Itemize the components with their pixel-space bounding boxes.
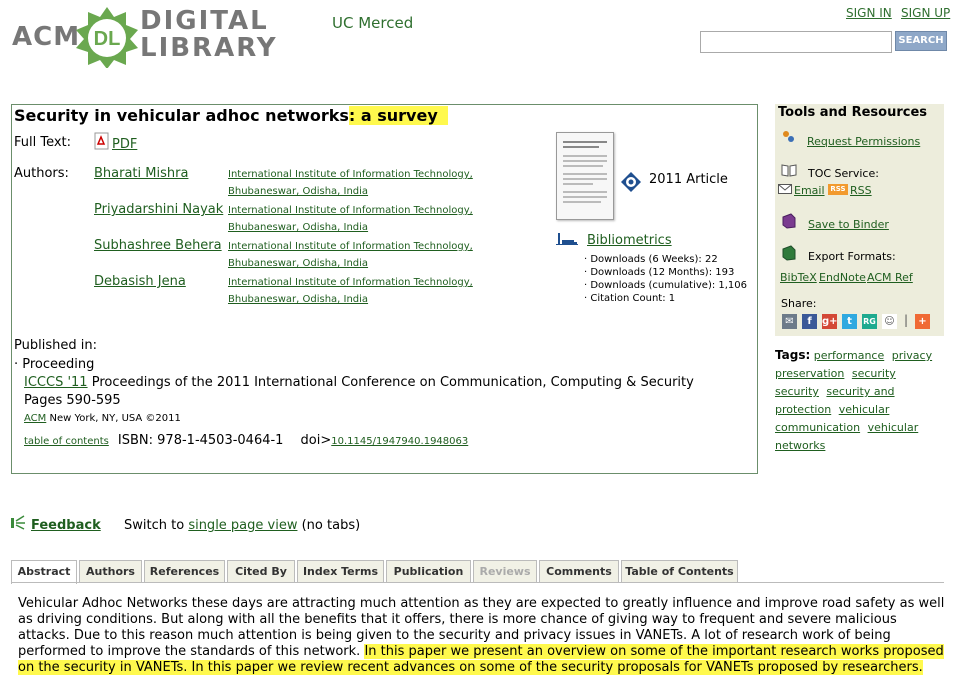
conference-long-title: Proceedings of the 2011 International Co… <box>91 375 694 390</box>
proceeding-label: · Proceeding <box>14 357 95 372</box>
author-affiliation[interactable]: International Institute of Information T… <box>228 202 473 219</box>
share-email-icon[interactable]: ✉ <box>782 314 797 329</box>
isbn-doi-line: table of contents ISBN: 978-1-4503-0464-… <box>24 429 468 448</box>
tools-heading: Tools and Resources <box>778 105 928 120</box>
doi-label: doi> <box>300 433 332 448</box>
export-endnote-link[interactable]: EndNote <box>819 271 866 284</box>
published-in-label: Published in: <box>14 338 97 353</box>
author-affiliation[interactable]: International Institute of Information T… <box>228 238 473 255</box>
tab-abstract[interactable]: Abstract <box>11 560 77 584</box>
title-highlight: : a survey <box>348 106 448 125</box>
book-icon <box>781 164 797 177</box>
toc-rss-link[interactable]: RSS <box>850 184 872 197</box>
share-label: Share: <box>781 297 817 310</box>
author-link[interactable]: Priyadarshini Nayak <box>94 202 223 217</box>
tab-table-of-contents[interactable]: Table of Contents <box>621 560 738 583</box>
toc-email-link[interactable]: Email <box>794 184 825 197</box>
stat-downloads-cumulative: · Downloads (cumulative): 1,106 <box>584 280 748 291</box>
permissions-icon <box>783 131 794 142</box>
search-button[interactable]: SEARCH <box>895 31 947 51</box>
bibliometrics-chart-icon <box>556 233 578 245</box>
share-reddit-icon[interactable]: ☺ <box>882 314 897 329</box>
share-researchgate-icon[interactable]: RG <box>862 314 877 329</box>
feedback-icon <box>11 515 25 530</box>
acm-dl-logo[interactable]: ACM DL DIGITAL LIBRARY <box>12 6 282 68</box>
pages: Pages 590-595 <box>24 393 121 408</box>
article-thumbnail[interactable] <box>556 132 614 220</box>
tab-publication[interactable]: Publication <box>386 560 471 583</box>
full-text-label: Full Text: <box>14 135 72 150</box>
doi-link[interactable]: 10.1145/1947940.1948063 <box>331 436 468 447</box>
export-acm-ref-link[interactable]: ACM Ref <box>867 271 913 284</box>
export-bibtex-link[interactable]: BibTeX <box>780 271 817 284</box>
author-affiliation[interactable]: Bhubaneswar, Odisha, India <box>228 255 368 272</box>
author-affiliation[interactable]: Bhubaneswar, Odisha, India <box>228 291 368 308</box>
publisher-line: ACM New York, NY, USA ©2011 <box>24 413 181 424</box>
tab-divider <box>11 582 944 583</box>
isbn: ISBN: 978-1-4503-0464-1 <box>117 433 284 448</box>
logo-acm-text: ACM <box>12 22 81 52</box>
switch-view-line: Switch to single page view (no tabs) <box>124 518 361 533</box>
tab-authors[interactable]: Authors <box>79 560 142 583</box>
toc-service-label: TOC Service: <box>808 167 879 180</box>
export-icon <box>782 245 796 261</box>
search-input[interactable] <box>700 31 892 53</box>
share-twitter-icon[interactable]: t <box>842 314 857 329</box>
author-affiliation[interactable]: Bhubaneswar, Odisha, India <box>228 219 368 236</box>
share-googleplus-icon[interactable]: g+ <box>822 314 838 329</box>
pdf-icon <box>94 132 109 150</box>
tab-reviews[interactable]: Reviews <box>473 560 537 583</box>
conference-line: ICCCS '11 Proceedings of the 2011 Intern… <box>24 375 694 390</box>
save-to-binder-link[interactable]: Save to Binder <box>808 218 889 231</box>
table-of-contents-link[interactable]: table of contents <box>24 436 109 447</box>
share-divider: | <box>904 313 909 327</box>
author-link[interactable]: Subhashree Behera <box>94 238 222 253</box>
authors-label: Authors: <box>14 166 69 181</box>
dl-star-logo-icon: DL <box>76 7 138 68</box>
author-affiliation[interactable]: International Institute of Information T… <box>228 274 473 291</box>
tab-references[interactable]: References <box>144 560 225 583</box>
share-more-icon[interactable]: + <box>915 314 930 329</box>
pdf-link[interactable]: PDF <box>112 137 137 152</box>
binder-icon <box>782 213 796 229</box>
tag-link[interactable]: security <box>775 385 819 398</box>
stat-citation-count: · Citation Count: 1 <box>584 293 676 304</box>
svg-text:DL: DL <box>94 28 121 50</box>
conference-short-link[interactable]: ICCCS '11 <box>24 375 88 390</box>
feedback-link[interactable]: Feedback <box>31 518 101 533</box>
author-affiliation[interactable]: International Institute of Information T… <box>228 166 473 183</box>
stat-downloads-6w: · Downloads (6 Weeks): 22 <box>584 254 718 265</box>
abstract-text: Vehicular Adhoc Networks these days are … <box>18 596 945 675</box>
publisher-link[interactable]: ACM <box>24 413 46 424</box>
tag-link[interactable]: performance <box>814 349 884 362</box>
publisher-location: New York, NY, USA ©2011 <box>49 413 181 424</box>
tags-label: Tags: <box>775 348 811 362</box>
email-icon <box>778 184 792 194</box>
tab-cited-by[interactable]: Cited By <box>227 560 295 583</box>
institution-name: UC Merced <box>332 14 414 32</box>
request-permissions-link[interactable]: Request Permissions <box>807 135 920 148</box>
sign-in-link[interactable]: SIGN IN <box>846 6 892 20</box>
rss-badge-icon: RSS <box>828 184 848 195</box>
logo-digital-library-text: DIGITAL LIBRARY <box>140 6 278 63</box>
tag-link[interactable]: security <box>852 367 896 380</box>
stat-downloads-12m: · Downloads (12 Months): 193 <box>584 267 735 278</box>
tab-index-terms[interactable]: Index Terms <box>297 560 384 583</box>
export-formats-label: Export Formats: <box>808 250 896 263</box>
dl-badge-icon <box>621 172 641 192</box>
bibliometrics-link[interactable]: Bibliometrics <box>587 233 672 248</box>
author-link[interactable]: Bharati Mishra <box>94 166 188 181</box>
tags-section: Tags: performance privacy preservation s… <box>775 346 945 455</box>
share-facebook-icon[interactable]: f <box>802 314 817 329</box>
single-page-view-link[interactable]: single page view <box>188 518 297 533</box>
author-link[interactable]: Debasish Jena <box>94 274 186 289</box>
author-affiliation[interactable]: Bhubaneswar, Odisha, India <box>228 183 368 200</box>
sign-up-link[interactable]: SIGN UP <box>901 6 950 20</box>
article-title: Security in vehicular adhoc networks: a … <box>14 106 448 125</box>
tab-comments[interactable]: Comments <box>539 560 619 583</box>
article-type: 2011 Article <box>649 172 728 187</box>
